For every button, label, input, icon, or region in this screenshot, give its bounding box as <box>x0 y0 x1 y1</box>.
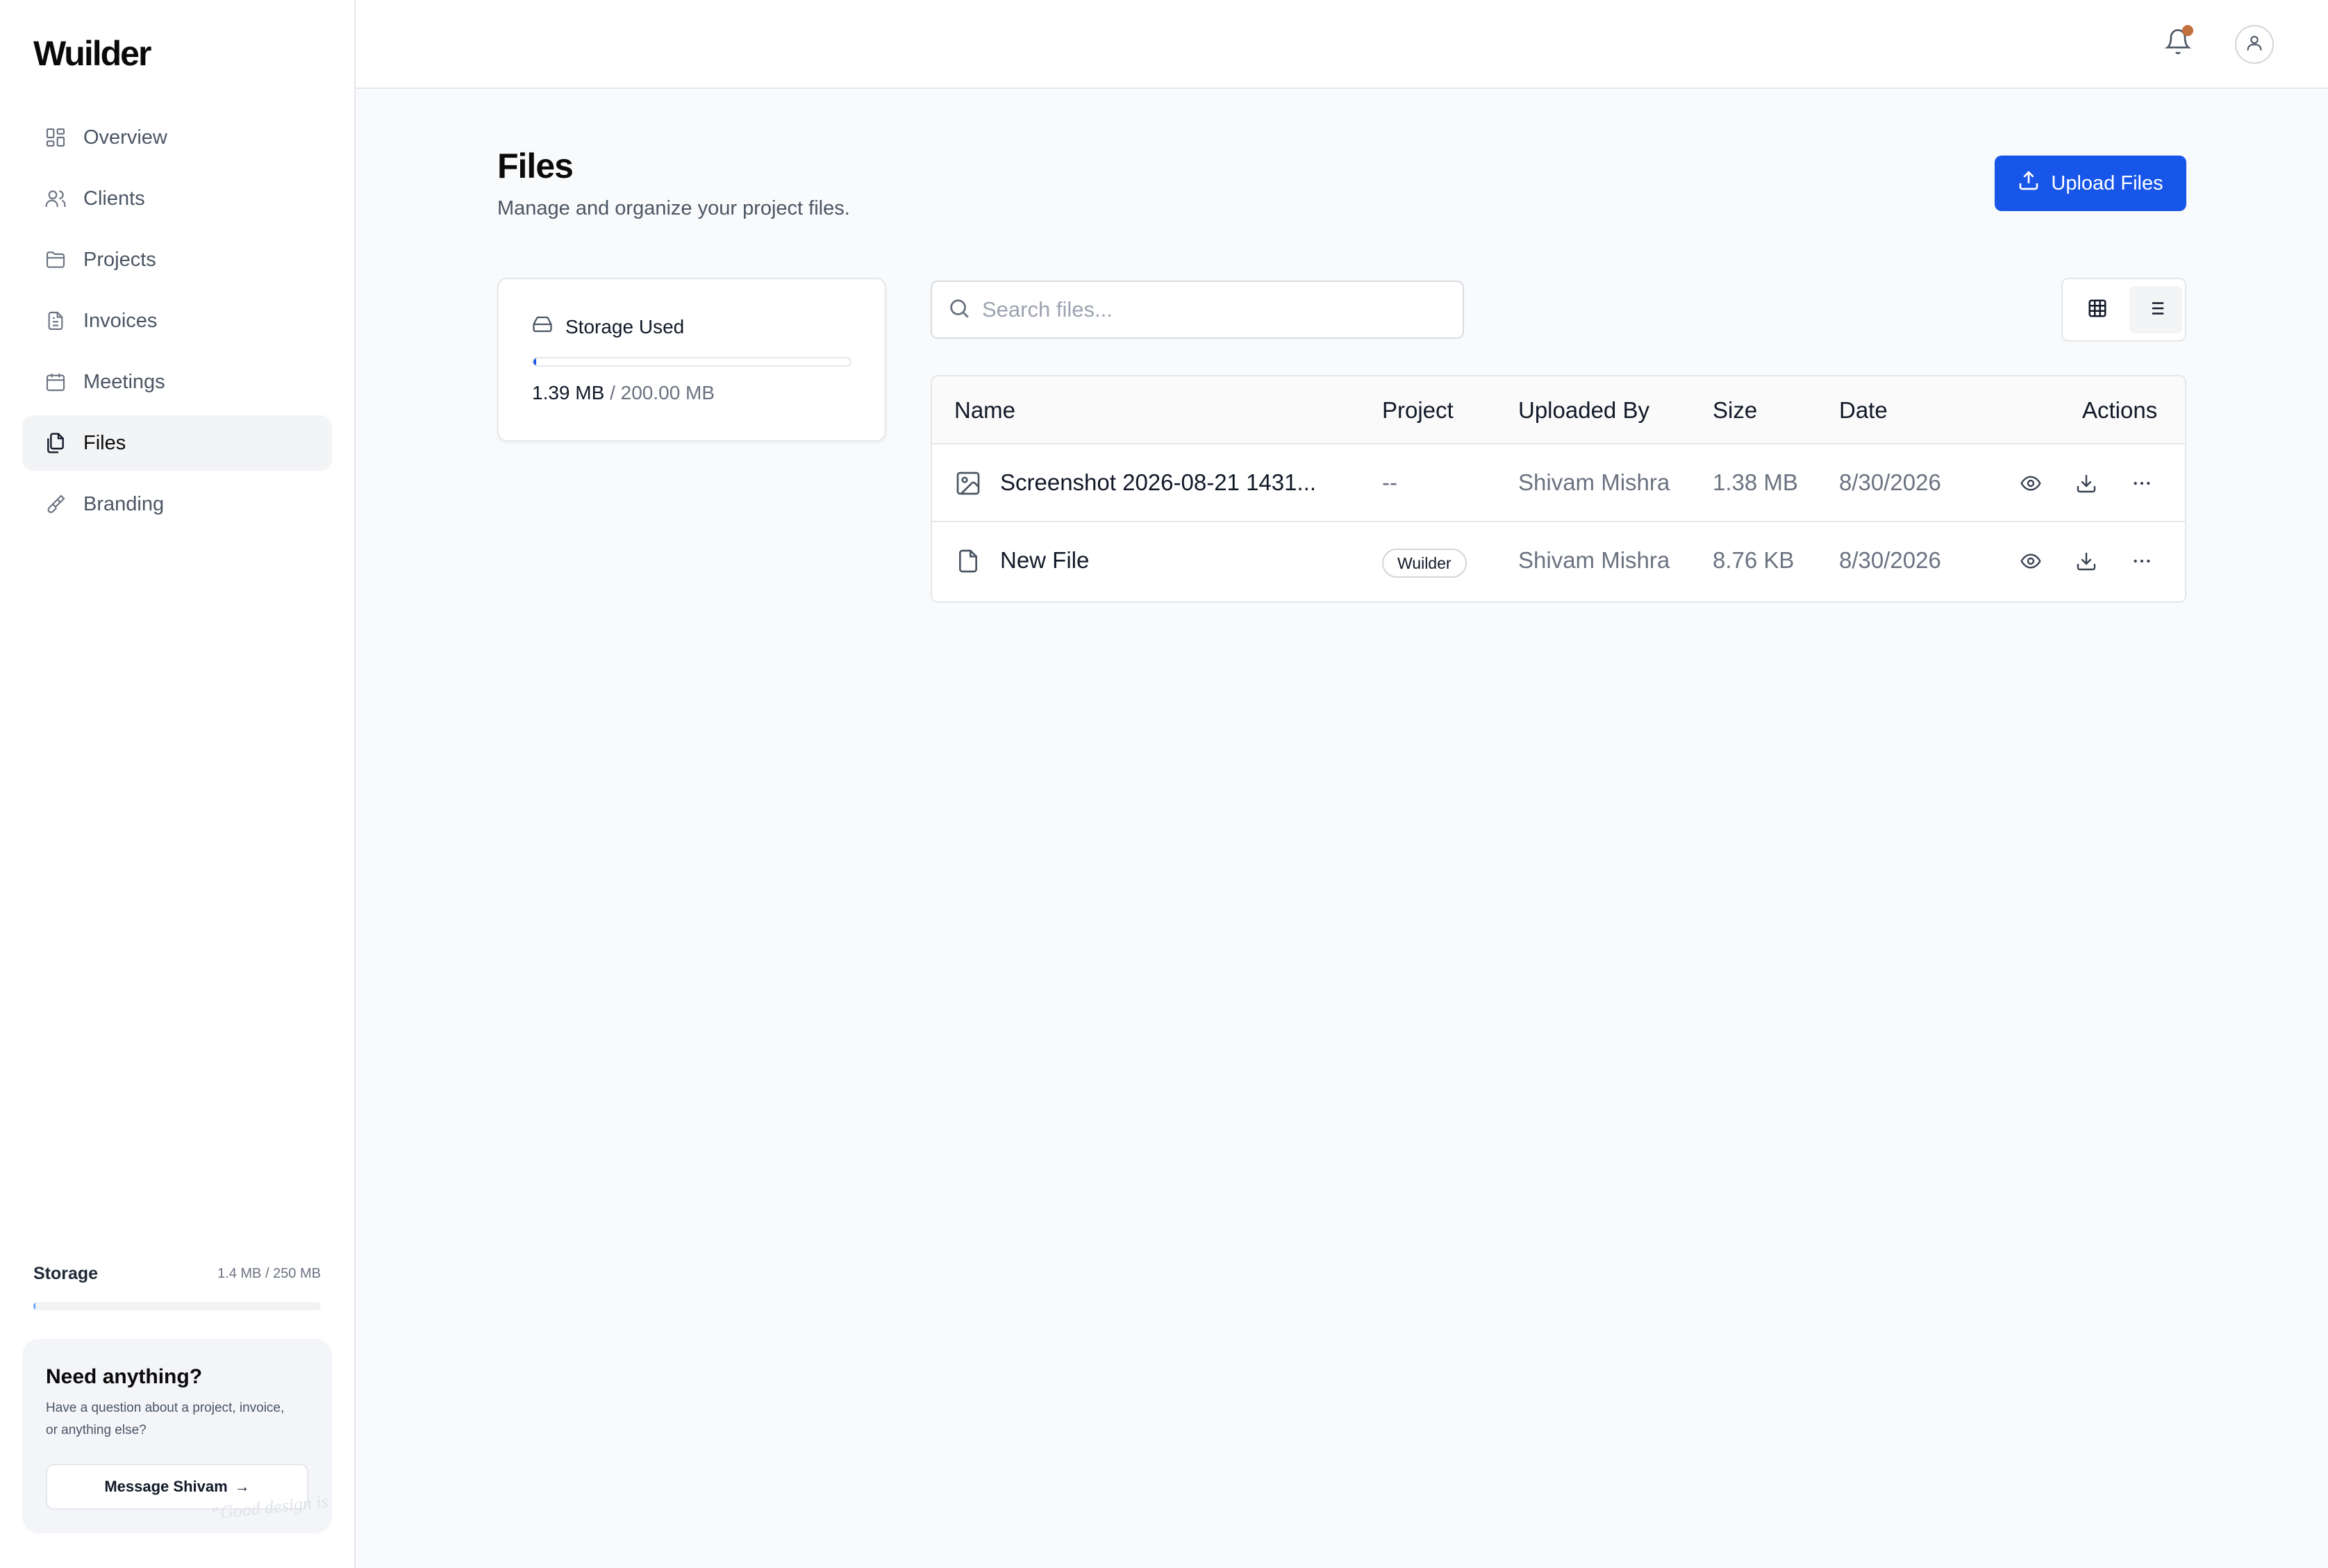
sidebar-item-invoices[interactable]: Invoices <box>22 293 332 349</box>
download-icon[interactable] <box>2072 547 2100 575</box>
notifications-button[interactable] <box>2164 25 2197 61</box>
user-avatar-button[interactable] <box>2235 25 2274 64</box>
file-date: 8/30/2026 <box>1839 469 1941 495</box>
arrow-right-icon: → <box>234 1478 250 1495</box>
list-icon <box>2145 298 2166 322</box>
table-row[interactable]: Screenshot 2026-08-21 1431... -- Shivam … <box>932 444 2185 522</box>
file-project: -- <box>1382 469 1397 495</box>
brush-icon <box>44 493 67 515</box>
file-icon <box>954 547 982 575</box>
storage-progress-fill <box>533 358 536 365</box>
storage-amount: 1.39 MB / 200.00 MB <box>532 382 715 404</box>
notification-badge <box>2182 25 2193 36</box>
user-icon <box>2245 33 2264 56</box>
eye-icon[interactable] <box>2017 469 2045 497</box>
column-header-date[interactable]: Date <box>1839 397 1888 424</box>
sidebar-storage-value: 1.4 MB / 250 MB <box>217 1266 321 1281</box>
column-header-uploaded-by[interactable]: Uploaded By <box>1518 397 1649 424</box>
sidebar-item-projects[interactable]: Projects <box>22 232 332 287</box>
image-file-icon <box>954 469 982 497</box>
upload-icon <box>2018 169 2051 197</box>
document-icon <box>44 310 67 332</box>
users-icon <box>44 187 67 210</box>
download-icon[interactable] <box>2072 469 2100 497</box>
project-chip[interactable]: Wuilder <box>1382 549 1467 578</box>
grid-view-button[interactable] <box>2071 286 2124 333</box>
sidebar-storage-bar <box>33 1302 321 1310</box>
page-title: Files <box>497 147 574 185</box>
storage-progress-bar <box>532 357 851 367</box>
file-size: 1.38 MB <box>1713 469 1798 495</box>
sidebar-item-label: Files <box>83 431 126 454</box>
upload-files-label: Upload Files <box>2051 172 2163 194</box>
list-view-button[interactable] <box>2129 286 2182 333</box>
search-input[interactable] <box>982 297 1454 322</box>
view-toggle <box>2061 278 2186 342</box>
column-header-size[interactable]: Size <box>1713 397 1757 424</box>
sidebar-item-label: Meetings <box>83 370 165 393</box>
file-name[interactable]: New File <box>1000 547 1089 574</box>
storage-total: / 200.00 MB <box>610 382 715 403</box>
storage-card-title: Storage Used <box>565 315 685 337</box>
file-date: 8/30/2026 <box>1839 547 1941 573</box>
sidebar-item-clients[interactable]: Clients <box>22 171 332 226</box>
file-name[interactable]: Screenshot 2026-08-21 1431... <box>1000 469 1316 496</box>
help-card: Need anything? Have a question about a p… <box>22 1339 332 1533</box>
page-subtitle: Manage and organize your project files. <box>497 197 850 219</box>
app-logo[interactable]: Wuilder <box>33 33 151 74</box>
grid-icon <box>2087 298 2108 322</box>
sidebar-item-label: Branding <box>83 492 165 515</box>
file-uploaded-by: Shivam Mishra <box>1518 547 1670 573</box>
column-header-project[interactable]: Project <box>1382 397 1454 424</box>
sidebar-storage-bar-fill <box>33 1302 36 1310</box>
sidebar-item-overview[interactable]: Overview <box>22 110 332 165</box>
file-uploaded-by: Shivam Mishra <box>1518 469 1670 495</box>
help-title: Need anything? <box>46 1365 203 1388</box>
search-icon <box>947 297 982 324</box>
eye-icon[interactable] <box>2017 547 2045 575</box>
bell-icon <box>2164 29 2192 58</box>
sidebar-item-meetings[interactable]: Meetings <box>22 354 332 410</box>
sidebar-storage: Storage 1.4 MB / 250 MB <box>33 1264 321 1310</box>
help-description: Have a question about a project, invoice… <box>46 1401 285 1437</box>
storage-card: Storage Used 1.39 MB / 200.00 MB <box>497 278 886 442</box>
more-options-icon[interactable] <box>2128 547 2156 575</box>
sidebar-nav: Overview Clients Projects Invoices Meeti… <box>22 110 332 537</box>
more-options-icon[interactable] <box>2128 469 2156 497</box>
column-header-name[interactable]: Name <box>954 397 1015 424</box>
files-icon <box>44 432 67 454</box>
message-button-label: Message Shivam <box>104 1478 228 1495</box>
column-header-actions: Actions <box>2082 397 2158 423</box>
topbar <box>356 0 2328 89</box>
sidebar-item-label: Invoices <box>83 309 158 332</box>
sidebar-item-label: Overview <box>83 126 167 149</box>
table-row[interactable]: New File Wuilder Shivam Mishra 8.76 KB 8… <box>932 522 2185 600</box>
sidebar-item-label: Clients <box>83 187 145 210</box>
dashboard-icon <box>44 126 67 149</box>
sidebar-item-files[interactable]: Files <box>22 415 332 471</box>
sidebar-storage-label: Storage <box>33 1264 99 1283</box>
storage-used: 1.39 MB <box>532 382 605 403</box>
hard-drive-icon <box>532 314 565 340</box>
folder-icon <box>44 249 67 271</box>
file-size: 8.76 KB <box>1713 547 1795 573</box>
sidebar-item-label: Projects <box>83 248 156 271</box>
search-box <box>931 281 1464 339</box>
sidebar-item-branding[interactable]: Branding <box>22 476 332 532</box>
table-header: Name Project Uploaded By Size Date Actio… <box>932 376 2185 444</box>
upload-files-button[interactable]: Upload Files <box>1995 156 2186 211</box>
files-table: Name Project Uploaded By Size Date Actio… <box>931 375 2186 603</box>
calendar-icon <box>44 371 67 393</box>
sidebar: Wuilder Overview Clients Projects Invoic… <box>0 0 356 1568</box>
